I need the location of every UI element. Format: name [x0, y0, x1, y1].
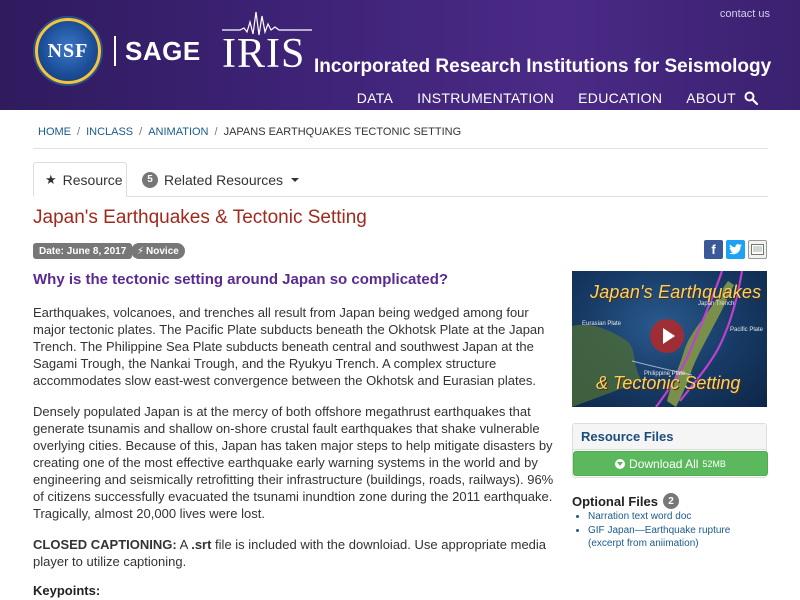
- tab-resource[interactable]: ★ Resource: [33, 162, 127, 197]
- nav-about[interactable]: ABOUT: [686, 90, 736, 106]
- play-icon: [662, 328, 675, 344]
- download-all-button[interactable]: Download All 52MB: [573, 451, 768, 476]
- resource-files-panel: Resource Files Download All 52MB: [572, 423, 768, 478]
- download-size: 52MB: [702, 458, 726, 469]
- tab-resource-label: Resource: [62, 171, 123, 188]
- breadcrumb-separator: /: [77, 126, 81, 138]
- related-count-badge: 5: [142, 171, 158, 188]
- level-badge: ⚡ Novice: [131, 243, 185, 259]
- sage-logo[interactable]: SAGE: [125, 36, 201, 67]
- breadcrumb-inclass[interactable]: INCLASS: [86, 126, 133, 138]
- closed-captioning-note: CLOSED CAPTIONING: A .srt file is includ…: [33, 537, 547, 569]
- play-button[interactable]: [650, 319, 684, 353]
- bolt-icon: ⚡: [137, 245, 145, 257]
- level-label: Novice: [146, 245, 179, 257]
- download-label: Download All: [629, 456, 699, 471]
- description-paragraph: Earthquakes, volcanoes, and trenches all…: [33, 305, 545, 388]
- optional-files-heading: Optional Files 2: [572, 493, 679, 509]
- nsf-logo[interactable]: NSF: [35, 18, 101, 84]
- keypoints-heading: Keypoints:: [33, 583, 101, 598]
- divider: [33, 148, 768, 149]
- caret-down-icon: [291, 177, 300, 182]
- nsf-logo-text: NSF: [47, 39, 89, 62]
- page-title: Japan's Earthquakes & Tectonic Setting: [33, 207, 367, 228]
- facebook-icon[interactable]: f: [704, 240, 723, 259]
- twitter-icon[interactable]: [726, 240, 745, 259]
- description-paragraph: Densely populated Japan is at the mercy …: [33, 404, 554, 521]
- nav-data[interactable]: DATA: [357, 90, 393, 106]
- breadcrumb-separator: /: [139, 126, 143, 138]
- star-icon: ★: [45, 171, 57, 187]
- tab-related-resources[interactable]: 5 Related Resources: [131, 162, 310, 197]
- resource-files-heading: Resource Files: [573, 424, 766, 450]
- video-thumbnail[interactable]: Japan's Earthquakes Eurasian Plate Japan…: [572, 271, 767, 407]
- search-icon[interactable]: [744, 91, 758, 105]
- srt-extension: .srt: [191, 537, 212, 552]
- optional-files-count: 2: [662, 493, 679, 509]
- optional-file-link[interactable]: Narration text word doc: [588, 510, 768, 523]
- iris-logo[interactable]: IRIS: [222, 30, 305, 78]
- breadcrumb-separator: /: [214, 126, 218, 138]
- captioning-label: CLOSED CAPTIONING:: [33, 537, 177, 552]
- nav-education[interactable]: EDUCATION: [578, 90, 662, 106]
- breadcrumb-current: JAPANS EARTHQUAKES TECTONIC SETTING: [223, 126, 462, 138]
- optional-files-list: Narration text word doc GIF Japan—Earthq…: [588, 510, 768, 551]
- video-title-line2: & Tectonic Setting: [596, 373, 741, 393]
- resource-question: Why is the tectonic setting around Japan…: [33, 271, 449, 288]
- breadcrumb-animation[interactable]: ANIMATION: [148, 126, 208, 138]
- tab-related-label: Related Resources: [164, 171, 284, 188]
- iris-full-name: Incorporated Research Institutions for S…: [314, 56, 772, 77]
- map-label-japan-trench: Japan Trench: [698, 301, 735, 307]
- map-label-pacific: Pacific Plate: [730, 327, 764, 333]
- nav-instrumentation[interactable]: INSTRUMENTATION: [417, 90, 554, 106]
- breadcrumb: HOME / INCLASS / ANIMATION / JAPANS EART…: [38, 126, 461, 138]
- site-header: contact us NSF SAGE IRIS Incorporated Re…: [0, 0, 800, 110]
- main-nav: DATA INSTRUMENTATION EDUCATION ABOUT: [357, 90, 736, 106]
- breadcrumb-home[interactable]: HOME: [38, 126, 71, 138]
- logo-divider: [114, 36, 116, 66]
- date-badge: Date: June 8, 2017: [33, 243, 133, 259]
- map-label-eurasian: Eurasian Plate: [582, 321, 622, 327]
- video-title-line1: Japan's Earthquakes: [590, 282, 762, 302]
- google-classroom-icon[interactable]: [748, 240, 767, 259]
- download-icon: [615, 458, 626, 469]
- optional-file-link[interactable]: GIF Japan—Earthquake rupture (excerpt fr…: [588, 524, 768, 550]
- resource-tabs: ★ Resource 5 Related Resources: [33, 162, 768, 197]
- contact-us-link[interactable]: contact us: [720, 8, 770, 20]
